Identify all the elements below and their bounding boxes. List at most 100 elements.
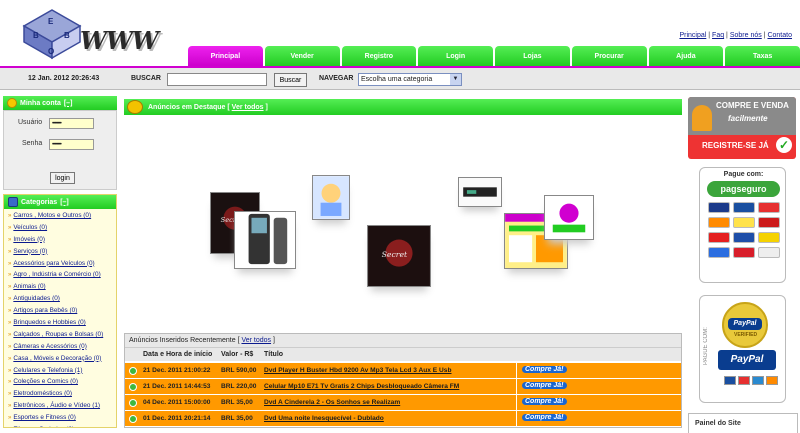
- username-field[interactable]: ••••••••: [49, 118, 94, 129]
- row-title-link[interactable]: Celular Mp10 E71 Tv Gratis 2 Chips Desbl…: [264, 383, 459, 390]
- category-link[interactable]: Casa , Móveis e Decoração (0): [13, 355, 101, 362]
- product-thumb-celular[interactable]: [234, 211, 296, 269]
- table-row: 21 Dec. 2011 14:44:53 BRL 220,00 Celular M…: [125, 379, 681, 394]
- logo-letter: O: [48, 47, 54, 56]
- status-dot-icon: [129, 399, 137, 407]
- product-thumb-cinderela-dvd[interactable]: [312, 175, 350, 220]
- row-title-link[interactable]: Dvd Uma noite Inesquecível - Dublado: [264, 415, 384, 422]
- product-thumb-dvd-player[interactable]: [458, 177, 502, 207]
- bullet-arrow-icon: »: [8, 415, 12, 422]
- account-toggle[interactable]: [–]: [64, 100, 73, 107]
- category-link[interactable]: Coleções e Comics (0): [13, 378, 78, 385]
- account-title: Minha conta: [20, 99, 61, 107]
- category-link[interactable]: Antiguidades (0): [13, 295, 60, 302]
- cube-logo-icon: E B B O: [22, 9, 82, 60]
- bullet-arrow-icon: »: [8, 308, 12, 315]
- boleto-icon: [758, 247, 780, 258]
- table-row: 04 Dec. 2011 15:00:00 BRL 35,00 Dvd A Cind…: [125, 395, 681, 410]
- hipercard-icon: [758, 217, 780, 228]
- bullet-arrow-icon: »: [8, 213, 12, 219]
- bank-icon: [758, 232, 780, 243]
- bullet-arrow-icon: »: [8, 355, 12, 362]
- coins-icon: [127, 100, 143, 114]
- login-button[interactable]: login: [50, 172, 75, 184]
- search-button[interactable]: Buscar: [274, 73, 307, 87]
- main-content: Anúncios em Destaque [ Ver todos ] Secre…: [124, 99, 682, 428]
- category-link[interactable]: Esportes e Fitness (0): [13, 414, 76, 421]
- tab-ajuda[interactable]: Ajuda: [648, 46, 724, 66]
- site-logo[interactable]: E B B O WWW: [22, 8, 159, 62]
- category-link[interactable]: Agro , Indústria e Comércio (0): [13, 271, 100, 278]
- status-dot-icon: [129, 415, 137, 423]
- category-list: » Carros , Motos e Outros (0)» Veículos (0…: [4, 209, 116, 427]
- search-input[interactable]: [167, 73, 267, 86]
- recent-title: Anúncios Inseridos Recentemente: [129, 337, 236, 344]
- row-price: BRL 35,00: [221, 415, 253, 422]
- tab-registro[interactable]: Registro: [341, 46, 417, 66]
- discover-icon: [766, 376, 778, 385]
- featured-see-all-link[interactable]: Ver todos: [232, 104, 264, 111]
- category-select[interactable]: Escolha uma categoria ▼: [358, 73, 462, 86]
- tab-vender[interactable]: Vender: [264, 46, 340, 66]
- category-link[interactable]: Animais (0): [13, 283, 45, 290]
- row-title-link[interactable]: Dvd A Cinderela 2 - Os Sonhos se Realiza…: [264, 399, 400, 406]
- category-item: » Eletrônicos , Áudio e Vídeo (1): [8, 402, 113, 414]
- register-banner[interactable]: COMPRE E VENDA facilmente REGISTRE-SE JÁ…: [688, 97, 796, 159]
- product-thumb-noite-dvd[interactable]: Secret: [367, 225, 431, 287]
- category-item: » Carros , Motos e Outros (0): [8, 212, 113, 224]
- toplink-faq[interactable]: Faq: [712, 32, 724, 39]
- tab-principal[interactable]: Principal: [188, 46, 263, 66]
- category-link[interactable]: Calçados , Roupas e Bolsas (0): [13, 331, 103, 338]
- pagseguro-box[interactable]: Pague com: pagseguro: [699, 167, 786, 283]
- column-divider: [516, 395, 517, 410]
- category-link[interactable]: Acessórios para Veículos (0): [13, 260, 94, 267]
- category-link[interactable]: Eletrônicos , Áudio e Vídeo (1): [13, 402, 100, 409]
- recent-see-all-link[interactable]: Ver todos: [241, 337, 271, 344]
- bullet-arrow-icon: »: [8, 331, 12, 338]
- category-link[interactable]: Artigos para Bebês (0): [13, 307, 77, 314]
- category-item: » Casa , Móveis e Decoração (0): [8, 355, 113, 367]
- username-label: Usuário: [18, 119, 43, 126]
- bullet-arrow-icon: »: [8, 236, 12, 243]
- navigate-label: NAVEGAR: [319, 75, 354, 82]
- category-link[interactable]: Celulares e Telefonia (1): [13, 367, 82, 374]
- paypal-box[interactable]: PAGUE COM: PayPal VERIFIED PayPal: [699, 295, 786, 403]
- toplink-principal[interactable]: Principal: [679, 32, 706, 39]
- buy-now-button[interactable]: Compre Já!: [522, 398, 567, 405]
- recent-header: Anúncios Inseridos Recentemente [ Ver to…: [125, 334, 681, 348]
- product-thumb-ebbo[interactable]: [544, 195, 594, 240]
- pagseguro-logo: pagseguro: [707, 181, 780, 197]
- toplink-sobre[interactable]: Sobre nós: [730, 32, 762, 39]
- search-label: BUSCAR: [131, 75, 161, 82]
- dvd-player-image: [459, 178, 501, 206]
- tab-taxas[interactable]: Taxas: [725, 46, 800, 66]
- category-link[interactable]: Carros , Motos e Outros (0): [13, 212, 91, 219]
- row-title-link[interactable]: Dvd Player H Buster Hbd 9200 Av Mp3 Tela…: [264, 367, 452, 374]
- bullet-arrow-icon: »: [8, 343, 12, 350]
- categories-toggle[interactable]: [–]: [60, 199, 69, 206]
- mastercard-icon: [758, 202, 780, 213]
- buy-now-button[interactable]: Compre Já!: [522, 414, 567, 421]
- buy-now-button[interactable]: Compre Já!: [522, 366, 567, 373]
- category-link[interactable]: Brinquedos e Hobbies (0): [13, 319, 85, 326]
- category-link[interactable]: Veículos (0): [13, 224, 47, 231]
- buy-now-button[interactable]: Compre Já!: [522, 382, 567, 389]
- row-price: BRL 220,00: [221, 383, 257, 390]
- tab-procurar[interactable]: Procurar: [571, 46, 647, 66]
- category-item: » Artigos para Bebês (0): [8, 307, 113, 319]
- column-divider: [516, 379, 517, 394]
- toplink-contato[interactable]: Contato: [767, 32, 792, 39]
- category-link[interactable]: Câmeras e Acessórios (0): [13, 343, 87, 350]
- category-item: » Coleções e Comics (0): [8, 378, 113, 390]
- category-link[interactable]: Imóveis (0): [13, 236, 45, 243]
- amex-icon: [752, 376, 764, 385]
- password-field[interactable]: ••••••••: [49, 139, 94, 150]
- category-link[interactable]: Serviços (0): [13, 248, 47, 255]
- tab-login[interactable]: Login: [418, 46, 493, 66]
- tab-lojas[interactable]: Lojas: [495, 46, 570, 66]
- category-item: » Imóveis (0): [8, 236, 113, 248]
- bullet-arrow-icon: »: [8, 403, 12, 410]
- status-dot-icon: [129, 367, 137, 375]
- category-link[interactable]: Eletrodomésticos (0): [13, 390, 72, 397]
- logo-text: WWW: [80, 26, 159, 55]
